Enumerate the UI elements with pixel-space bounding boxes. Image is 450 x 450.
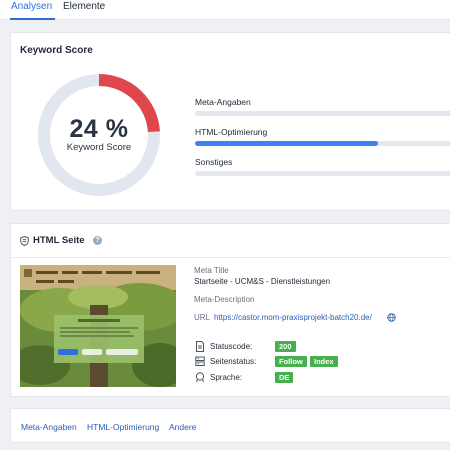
url-link[interactable]: https://castor.mom-praxisprojekt-batch20… [214, 313, 372, 322]
shield-icon [20, 236, 29, 246]
document-icon [196, 341, 204, 352]
active-tab-indicator [10, 18, 55, 20]
url-label: URL [194, 313, 211, 322]
status-label: Sprache: [210, 373, 243, 382]
status-badge: Index [310, 356, 338, 367]
html-page-card: HTML Seite ? Meta Title Startseite - UCM… [10, 223, 450, 397]
top-tab-bar: Analysen Elemente [0, 0, 450, 20]
keyword-score-value: 24 % [69, 115, 129, 143]
globe-icon[interactable] [387, 313, 396, 322]
help-icon[interactable]: ? [93, 236, 102, 245]
divider [11, 257, 450, 258]
metric-label-meta-angaben: Meta-Angaben [195, 97, 251, 107]
keyword-score-label: Keyword Score [66, 142, 132, 153]
status-label: Statuscode: [210, 342, 253, 351]
language-icon [195, 372, 205, 383]
status-badge: DE [275, 372, 294, 383]
keyword-score-title: Keyword Score [20, 45, 93, 56]
html-page-title: HTML Seite [33, 235, 85, 246]
meta-title-label: Meta Title [194, 266, 229, 275]
metric-bar-fill [195, 141, 379, 146]
page-screenshot-thumbnail [20, 265, 176, 387]
meta-description-label: Meta-Description [194, 295, 255, 304]
server-icon [195, 356, 205, 366]
link-andere[interactable]: Andere [169, 422, 196, 432]
metric-bar-meta-angaben [195, 111, 450, 116]
status-label: Seitenstatus: [210, 357, 257, 366]
tab-analysen[interactable]: Analysen [11, 1, 52, 13]
keyword-score-card: Keyword Score 24 % Keyword Score Meta-An… [10, 32, 450, 211]
link-meta-angaben[interactable]: Meta-Angaben [21, 422, 77, 432]
metric-bar-html-optimierung [195, 141, 450, 146]
link-html-optimierung[interactable]: HTML-Optimierung [87, 422, 159, 432]
page-screenshot-image [20, 265, 176, 387]
metric-label-html-optimierung: HTML-Optimierung [195, 127, 268, 137]
status-badge: 200 [275, 341, 296, 352]
section-links-card: Meta-Angaben HTML-Optimierung Andere [10, 408, 450, 443]
metric-bar-sonstiges [195, 171, 450, 176]
tab-elemente[interactable]: Elemente [63, 1, 105, 13]
meta-title-value: Startseite - UCM&S - Dienstleistungen [194, 277, 331, 286]
metric-label-sonstiges: Sonstiges [195, 157, 233, 167]
status-badge: Follow [275, 356, 307, 367]
